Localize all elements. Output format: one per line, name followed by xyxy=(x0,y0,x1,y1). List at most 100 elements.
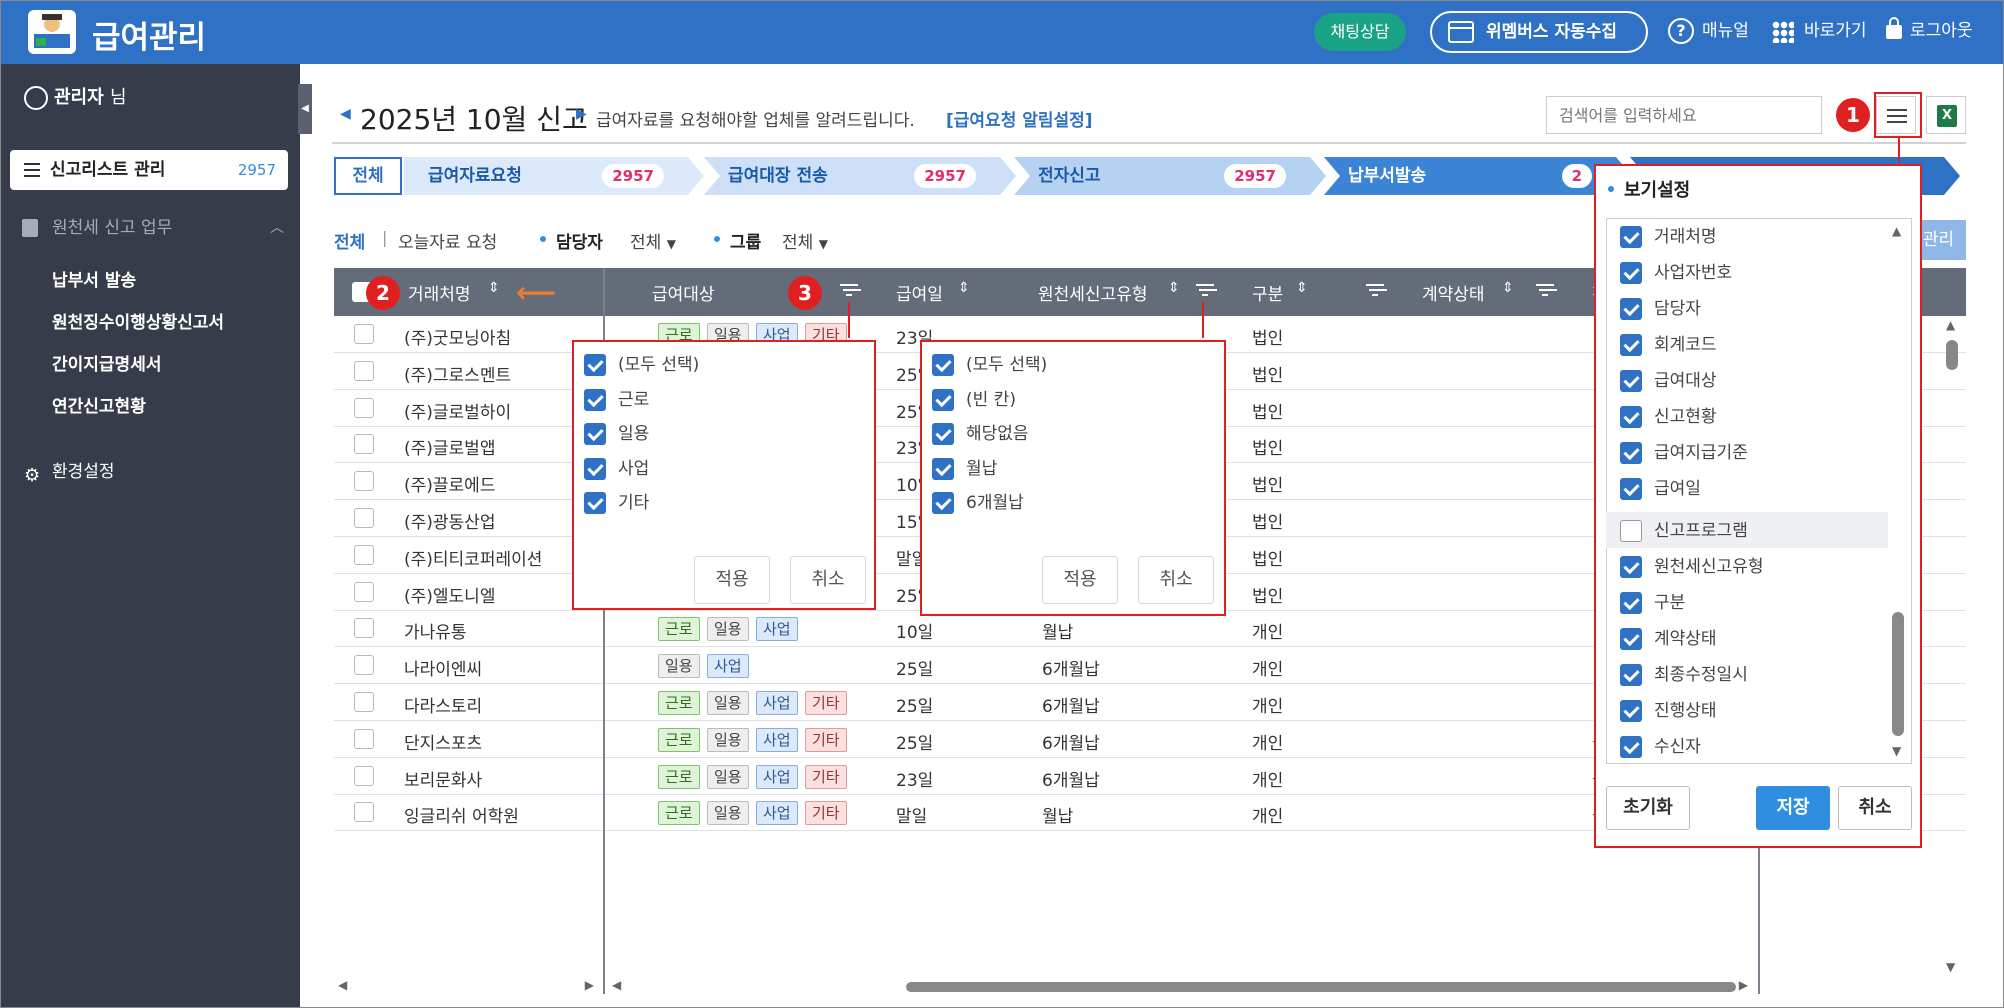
filter-icon[interactable] xyxy=(840,284,858,298)
row-checkbox[interactable] xyxy=(354,581,374,602)
checkbox-checked-icon[interactable] xyxy=(584,354,606,376)
cell-company[interactable]: (주)엘도니엘 xyxy=(404,582,495,607)
sort-icon[interactable]: ⇕ xyxy=(1502,280,1514,296)
checkbox-checked-icon[interactable] xyxy=(1620,262,1642,284)
sidebar-item-payment-notice[interactable]: 납부서 발송 xyxy=(52,266,136,291)
cell-company[interactable]: 나라이엔씨 xyxy=(404,655,482,680)
cell-company[interactable]: (주)끌로에드 xyxy=(404,471,495,496)
filter-option[interactable]: 6개월납 xyxy=(932,492,1024,514)
group-filter-select[interactable]: 전체 ▼ xyxy=(782,228,828,253)
row-checkbox[interactable] xyxy=(354,618,374,639)
view-setting-item[interactable]: 회계코드 xyxy=(1620,334,1717,356)
shortcut-link[interactable]: 바로가기 xyxy=(1772,17,1867,45)
column-header-company[interactable]: 거래처명 xyxy=(408,280,471,305)
checkbox-checked-icon[interactable] xyxy=(1620,406,1642,428)
checkbox-checked-icon[interactable] xyxy=(932,354,954,376)
cell-company[interactable]: 다라스토리 xyxy=(404,692,482,717)
view-setting-item[interactable]: 담당자 xyxy=(1620,298,1701,320)
scroll-down-icon[interactable]: ▼ xyxy=(1892,744,1901,758)
sidebar-group-withholding[interactable]: 원천세 신고 업무 ︿ xyxy=(22,216,284,240)
view-setting-item[interactable]: 최종수정일시 xyxy=(1620,664,1748,686)
checkbox-checked-icon[interactable] xyxy=(584,423,606,445)
sidebar-item-report-list[interactable]: 신고리스트 관리 2957 xyxy=(10,150,288,190)
checkbox-checked-icon[interactable] xyxy=(1620,370,1642,392)
view-setting-item[interactable]: 급여일 xyxy=(1620,478,1701,500)
save-button[interactable]: 저장 xyxy=(1756,786,1830,830)
step-item[interactable]: 전자신고 2957 xyxy=(1014,157,1326,195)
vertical-scrollbar[interactable]: ▲ ▼ xyxy=(1944,316,1960,976)
sidebar-collapse-icon[interactable]: ◀ xyxy=(298,84,312,134)
cell-company[interactable]: (주)그로스멘트 xyxy=(404,361,511,386)
row-checkbox[interactable] xyxy=(354,765,374,786)
notice-setting-link[interactable]: [급여요청 알림설정] xyxy=(946,106,1093,131)
excel-download-button[interactable]: X xyxy=(1926,96,1966,134)
checkbox-unchecked-icon[interactable] xyxy=(1620,520,1642,542)
scrollbar-thumb[interactable] xyxy=(1946,340,1958,370)
row-checkbox[interactable] xyxy=(354,692,374,712)
view-setting-item[interactable]: 거래처명 xyxy=(1620,226,1717,248)
filter-icon[interactable] xyxy=(1366,284,1384,298)
view-setting-item[interactable]: 신고프로그램 xyxy=(1620,520,1748,542)
row-checkbox[interactable] xyxy=(354,360,374,381)
manual-link[interactable]: ? 매뉴얼 xyxy=(1668,17,1749,45)
cell-company[interactable]: (주)글로벌앱 xyxy=(404,434,495,459)
sidebar-item-withholding-report[interactable]: 원천징수이행상황신고서 xyxy=(52,308,224,333)
sidebar-item-simple-statement[interactable]: 간이지급명세서 xyxy=(52,350,161,375)
filter-option[interactable]: 일용 xyxy=(584,423,649,445)
cell-company[interactable]: (주)굿모닝아침 xyxy=(404,324,511,349)
scrollbar-thumb[interactable] xyxy=(906,982,1736,992)
checkbox-checked-icon[interactable] xyxy=(1620,298,1642,320)
filter-option[interactable]: 근로 xyxy=(584,388,649,411)
checkbox-checked-icon[interactable] xyxy=(584,457,606,480)
manager-filter-select[interactable]: 전체 ▼ xyxy=(630,228,676,253)
cell-company[interactable]: (주)티티코퍼레이션 xyxy=(404,545,542,570)
cell-company[interactable]: 잉글리쉬 어학원 xyxy=(404,802,519,827)
checkbox-checked-icon[interactable] xyxy=(1620,478,1642,500)
checkbox-checked-icon[interactable] xyxy=(932,457,954,480)
prev-period-icon[interactable]: ◀ xyxy=(340,106,351,122)
row-checkbox[interactable] xyxy=(354,397,374,418)
cell-company[interactable]: (주)광동산업 xyxy=(404,508,495,533)
filter-icon[interactable] xyxy=(1196,284,1214,298)
sidebar-item-settings[interactable]: ⚙ 환경설정 xyxy=(22,460,115,486)
view-setting-item[interactable]: 급여지급기준 xyxy=(1620,442,1748,464)
row-checkbox[interactable] xyxy=(354,324,374,344)
checkbox-checked-icon[interactable] xyxy=(932,388,954,411)
sort-icon[interactable]: ⇕ xyxy=(1168,280,1180,296)
filter-option[interactable]: (모두 선택) xyxy=(932,354,1047,376)
column-header-payday[interactable]: 급여일 xyxy=(896,280,943,305)
filter-icon[interactable] xyxy=(1536,284,1554,298)
view-setting-item[interactable]: 구분 xyxy=(1620,592,1685,614)
cell-company[interactable]: (주)글로벌하이 xyxy=(404,398,511,423)
view-setting-item[interactable]: 진행상태 xyxy=(1620,700,1717,722)
filter-option[interactable]: (빈 칸) xyxy=(932,388,1016,411)
row-checkbox[interactable] xyxy=(354,434,374,455)
view-setting-item[interactable]: 원천세신고유형 xyxy=(1620,556,1763,578)
view-setting-item[interactable]: 급여대상 xyxy=(1620,370,1717,392)
cell-company[interactable]: 가나유통 xyxy=(404,618,467,643)
view-setting-item[interactable]: 수신자 xyxy=(1620,736,1701,758)
sidebar-item-annual-status[interactable]: 연간신고현황 xyxy=(52,392,146,417)
filter-option[interactable]: (모두 선택) xyxy=(584,354,699,376)
apply-button[interactable]: 적용 xyxy=(694,556,770,604)
checkbox-checked-icon[interactable] xyxy=(1620,592,1642,614)
filter-option[interactable]: 해당없음 xyxy=(932,423,1029,445)
logout-link[interactable]: 로그아웃 xyxy=(1886,17,1973,45)
row-checkbox[interactable] xyxy=(354,508,374,528)
checkbox-checked-icon[interactable] xyxy=(932,423,954,445)
sort-icon[interactable]: ⇕ xyxy=(1296,280,1308,296)
sort-icon[interactable]: ⇕ xyxy=(958,280,970,296)
step-all-button[interactable]: 전체 xyxy=(334,157,402,195)
cancel-button[interactable]: 취소 xyxy=(790,556,866,604)
view-setting-item[interactable]: 신고현황 xyxy=(1620,406,1717,428)
checkbox-checked-icon[interactable] xyxy=(1620,226,1642,248)
checkbox-checked-icon[interactable] xyxy=(1620,664,1642,686)
row-checkbox[interactable] xyxy=(354,471,374,492)
filter-today-request[interactable]: 오늘자료 요청 xyxy=(398,228,497,253)
sort-icon[interactable]: ⇕ xyxy=(488,280,500,296)
next-period-icon[interactable]: ▶ xyxy=(576,106,587,122)
step-item[interactable]: 급여자료요청 2957 xyxy=(404,157,704,195)
row-checkbox[interactable] xyxy=(354,802,374,823)
column-header-contract[interactable]: 계약상태 xyxy=(1422,280,1485,305)
checkbox-checked-icon[interactable] xyxy=(1620,736,1642,758)
